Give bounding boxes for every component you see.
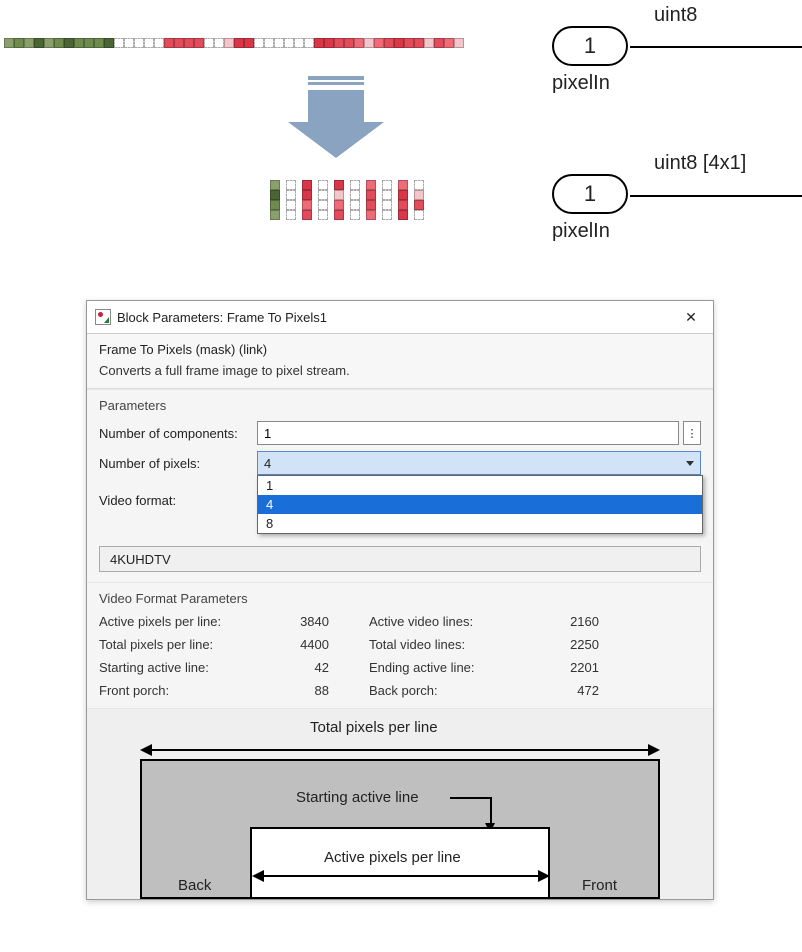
- video-format-label: Video format:: [99, 493, 257, 508]
- pixel-strip-multi: [270, 180, 430, 220]
- dialog-titlebar: Block Parameters: Frame To Pixels1 ✕: [87, 301, 713, 334]
- end-line-value: 2201: [549, 660, 629, 675]
- num-pixels-combo[interactable]: 4 148: [257, 451, 701, 475]
- num-pixels-label: Number of pixels:: [99, 456, 257, 471]
- diagram-total-px-label: Total pixels per line: [310, 719, 438, 736]
- inport-block-2: 1 pixelIn: [552, 174, 628, 243]
- active-px-value: 3840: [279, 614, 359, 629]
- signal-line: [630, 195, 802, 197]
- signal-line: [630, 46, 802, 48]
- video-format-parameters-section: Video Format Parameters Active pixels pe…: [87, 582, 713, 708]
- total-px-value: 4400: [279, 637, 359, 652]
- num-pixels-dropdown: 148: [257, 475, 703, 534]
- active-px-arrow: [254, 875, 548, 877]
- num-components-input[interactable]: [257, 421, 679, 445]
- back-porch-label: Back porch:: [369, 683, 539, 698]
- num-pixels-option[interactable]: 8: [258, 514, 702, 533]
- down-arrow-icon: [286, 86, 386, 166]
- parameters-heading: Parameters: [99, 398, 701, 413]
- close-button[interactable]: ✕: [677, 307, 705, 327]
- mask-title: Frame To Pixels (mask) (link): [99, 342, 701, 357]
- front-porch-label: Front porch:: [99, 683, 269, 698]
- vf-params-heading: Video Format Parameters: [99, 591, 701, 606]
- param-row-num-pixels: Number of pixels: 4 148: [99, 451, 701, 475]
- video-format-value: 4KUHDTV: [110, 552, 171, 567]
- total-px-arrow: [142, 749, 658, 751]
- total-lines-label: Total video lines:: [369, 637, 539, 652]
- more-options-button[interactable]: ⋮: [683, 421, 701, 445]
- inport-capsule: 1: [552, 174, 628, 214]
- video-format-field[interactable]: 4KUHDTV: [99, 546, 701, 572]
- signal-type-label: uint8: [654, 4, 697, 27]
- start-line-value: 42: [279, 660, 359, 675]
- inport-block-1: 1 pixelIn: [552, 26, 628, 95]
- parameters-section: Parameters Number of components: ⋮ Numbe…: [87, 389, 713, 582]
- inport-capsule: 1: [552, 26, 628, 66]
- active-px-label: Active pixels per line:: [99, 614, 269, 629]
- diagram-active-px-label: Active pixels per line: [324, 849, 461, 866]
- num-pixels-option[interactable]: 4: [258, 495, 702, 514]
- pixel-strip-single: [4, 38, 464, 48]
- num-components-label: Number of components:: [99, 426, 257, 441]
- param-row-num-components: Number of components: ⋮: [99, 421, 701, 445]
- timing-diagram-section: Total pixels per line Starting active li…: [87, 708, 713, 899]
- illustration-area: 1 pixelIn uint8 1 pixelIn uint8 [4x1]: [0, 0, 802, 260]
- inport-name: pixelIn: [552, 72, 610, 95]
- dialog-title: Block Parameters: Frame To Pixels1: [117, 310, 327, 325]
- timing-diagram: Total pixels per line Starting active li…: [120, 719, 680, 899]
- start-line-label: Starting active line:: [99, 660, 269, 675]
- back-porch-value: 472: [549, 683, 629, 698]
- diagram-start-line-label: Starting active line: [296, 789, 419, 806]
- active-lines-value: 2160: [549, 614, 629, 629]
- front-porch-value: 88: [279, 683, 359, 698]
- diagram-front-label: Front: [582, 877, 617, 894]
- diagram-back-label: Back: [178, 877, 211, 894]
- num-pixels-value: 4: [264, 456, 271, 471]
- signal-type-label: uint8 [4x1]: [654, 152, 746, 175]
- total-lines-value: 2250: [549, 637, 629, 652]
- end-line-label: Ending active line:: [369, 660, 539, 675]
- active-lines-label: Active video lines:: [369, 614, 539, 629]
- inport-name: pixelIn: [552, 220, 610, 243]
- total-px-label: Total pixels per line:: [99, 637, 269, 652]
- chevron-down-icon: [686, 461, 694, 466]
- mask-description-section: Frame To Pixels (mask) (link) Converts a…: [87, 334, 713, 389]
- simulink-block-icon: [95, 309, 111, 325]
- mask-description: Converts a full frame image to pixel str…: [99, 363, 701, 378]
- block-parameters-dialog: Block Parameters: Frame To Pixels1 ✕ Fra…: [86, 300, 714, 900]
- num-pixels-option[interactable]: 1: [258, 476, 702, 495]
